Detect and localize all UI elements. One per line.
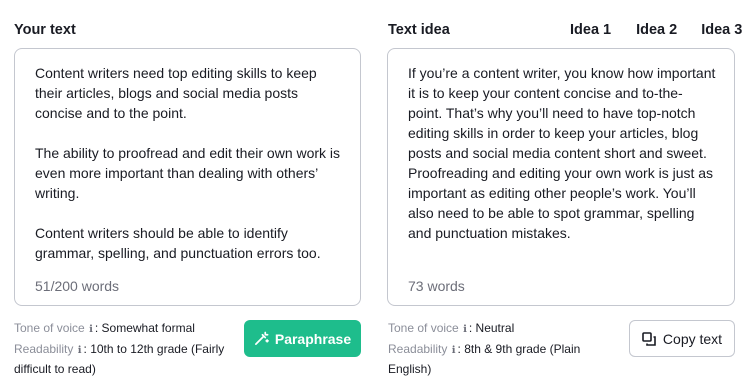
copy-text-button[interactable]: Copy text <box>629 320 735 357</box>
text-idea-meta: Tone of voice ℹ: Neutral Readability ℹ: … <box>388 319 618 379</box>
idea-tabs: Idea 1 Idea 2 Idea 3 <box>566 22 742 50</box>
your-text-content[interactable]: Content writers need top editing skills … <box>35 63 344 263</box>
readability-row: Readability ℹ: 8th & 9th grade (Plain En… <box>388 341 581 377</box>
your-text-paragraph-3: Content writers should be able to identi… <box>35 225 321 261</box>
copy-text-button-label: Copy text <box>662 330 723 347</box>
copy-icon <box>642 331 656 346</box>
tone-of-voice-value: Somewhat formal <box>101 321 195 335</box>
tone-of-voice-row: Tone of voice ℹ: Somewhat formal <box>14 319 239 340</box>
your-text-paragraph-1: Content writers need top editing skills … <box>35 65 317 121</box>
info-icon[interactable]: ℹ <box>89 321 93 340</box>
text-idea-word-count: 73 words <box>408 278 465 294</box>
tone-of-voice-label: Tone of voice <box>388 321 459 335</box>
tab-idea-1[interactable]: Idea 1 <box>566 22 615 50</box>
readability-label: Readability <box>14 341 74 356</box>
readability-label: Readability <box>388 341 448 356</box>
tone-of-voice-label: Tone of voice <box>14 321 85 335</box>
tab-idea-3[interactable]: Idea 3 <box>701 22 742 44</box>
paraphrase-button[interactable]: Paraphrase <box>244 320 361 357</box>
tab-idea-2[interactable]: Idea 2 <box>636 22 677 44</box>
info-icon[interactable]: ℹ <box>463 321 467 340</box>
text-idea-content: If you’re a content writer, you know how… <box>408 65 716 241</box>
readability-row: Readability ℹ: 10th to 12th grade (Fairl… <box>14 341 225 377</box>
your-text-paragraph-2: The ability to proofread and edit their … <box>35 145 341 201</box>
tone-of-voice-row: Tone of voice ℹ: Neutral <box>388 319 618 340</box>
text-idea-title: Text idea <box>388 22 450 38</box>
your-text-title: Your text <box>14 22 76 38</box>
paraphrase-button-label: Paraphrase <box>274 330 352 347</box>
info-icon[interactable]: ℹ <box>78 342 82 361</box>
text-idea-panel: If you’re a content writer, you know how… <box>387 48 735 306</box>
tone-of-voice-value: Neutral <box>475 321 515 335</box>
your-text-meta: Tone of voice ℹ: Somewhat formal Readabi… <box>14 319 239 379</box>
your-text-panel[interactable]: Content writers need top editing skills … <box>14 48 361 306</box>
your-text-word-count: 51/200 words <box>35 278 120 294</box>
info-icon[interactable]: ℹ <box>452 342 456 361</box>
magic-wand-icon <box>254 331 269 345</box>
